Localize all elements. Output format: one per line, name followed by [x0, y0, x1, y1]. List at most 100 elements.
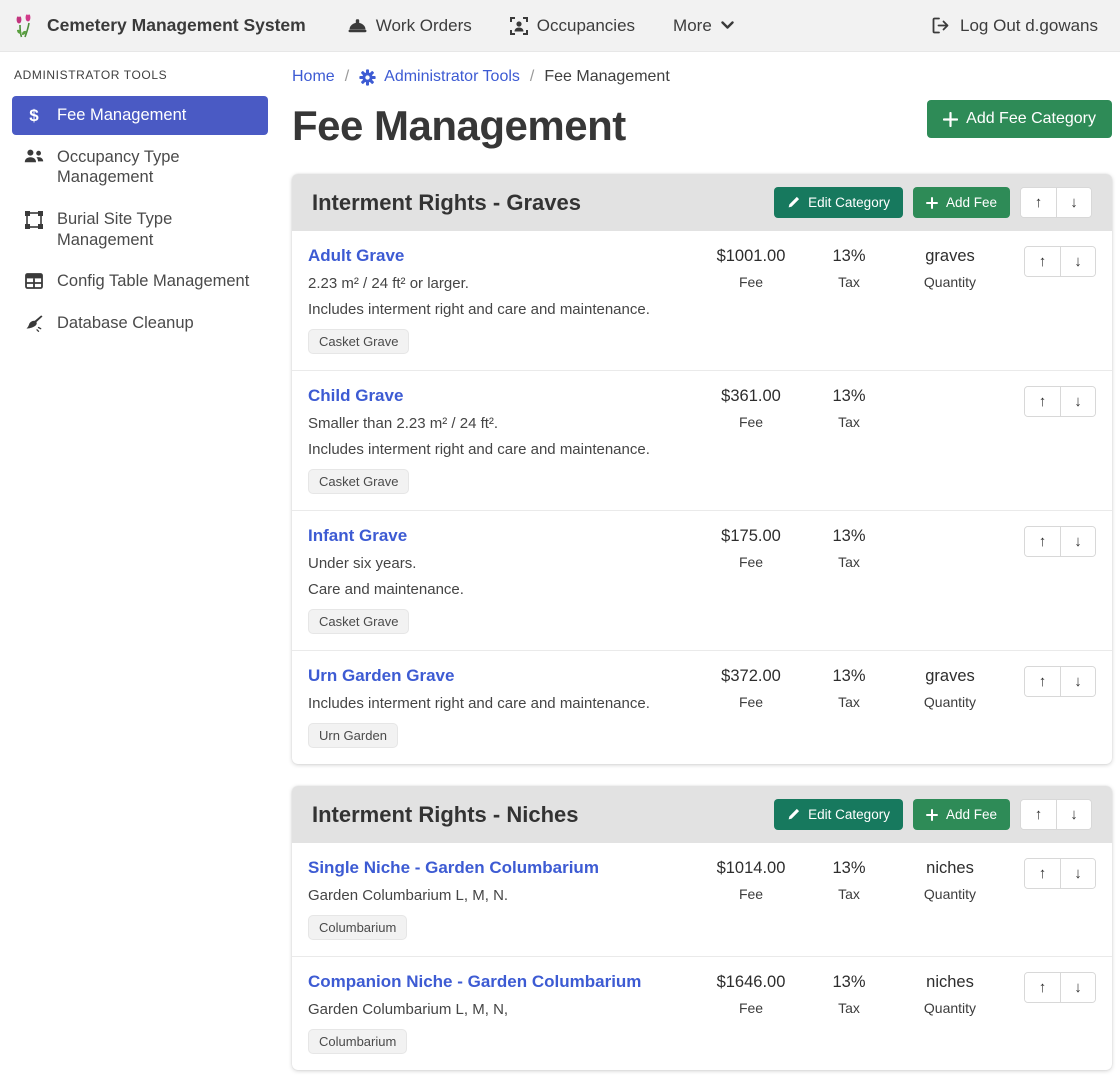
fee-row: Urn Garden GraveIncludes interment right…: [292, 650, 1112, 764]
fee-quantity-label: Quantity: [892, 694, 1008, 710]
fee-quantity: gravesQuantity: [892, 666, 1008, 710]
move-down-button[interactable]: ↓: [1060, 667, 1095, 696]
move-down-button[interactable]: ↓: [1056, 800, 1091, 829]
fee-quantity: nichesQuantity: [892, 858, 1008, 902]
breadcrumb-admin-tools-link[interactable]: Administrator Tools: [359, 68, 520, 86]
fee-description: Garden Columbarium L, M, N.: [308, 887, 690, 904]
add-fee-button[interactable]: Add Fee: [913, 187, 1010, 218]
fee-amount-value: $1646.00: [696, 973, 806, 992]
move-down-button[interactable]: ↓: [1056, 188, 1091, 217]
fee-badge-row: Urn Garden: [308, 712, 690, 748]
plus-icon: [926, 809, 938, 821]
fee-details: Child GraveSmaller than 2.23 m² / 24 ft²…: [308, 386, 696, 494]
fee-amount: $1001.00Fee: [696, 246, 806, 290]
move-down-button[interactable]: ↓: [1060, 859, 1095, 888]
fee-badge: Urn Garden: [308, 723, 398, 748]
sidebar-item-database-cleanup[interactable]: Database Cleanup: [12, 304, 268, 343]
logout-link[interactable]: Log Out d.gowans: [932, 16, 1098, 36]
category-card: Interment Rights - GravesEdit CategoryAd…: [292, 174, 1112, 764]
fee-row: Single Niche - Garden Columbarium Garden …: [292, 843, 1112, 956]
category-card: Interment Rights - NichesEdit CategoryAd…: [292, 786, 1112, 1070]
sidebar-item-label: Config Table Management: [57, 271, 249, 292]
fee-name-link[interactable]: Single Niche - Garden Columbarium: [308, 858, 599, 878]
add-fee-button[interactable]: Add Fee: [913, 799, 1010, 830]
fee-badge: Casket Grave: [308, 329, 409, 354]
edit-category-button[interactable]: Edit Category: [774, 187, 903, 218]
fee-badge-row: Casket Grave: [308, 598, 690, 634]
fee-row-actions: ↑↓: [1024, 246, 1096, 277]
fee-tax: 13%Tax: [806, 666, 892, 710]
move-up-button[interactable]: ↑: [1025, 973, 1060, 1002]
fee-name-link[interactable]: Infant Grave: [308, 526, 407, 546]
move-down-button[interactable]: ↓: [1060, 247, 1095, 276]
fee-quantity-value: niches: [892, 859, 1008, 878]
move-down-button[interactable]: ↓: [1060, 973, 1095, 1002]
fee-description: Garden Columbarium L, M, N,: [308, 1001, 690, 1018]
table-icon: [24, 273, 44, 289]
fee-tax-label: Tax: [806, 886, 892, 902]
navbar-links: Work Orders Occupancies More: [348, 16, 734, 36]
nav-item-more[interactable]: More: [673, 16, 734, 36]
move-down-button[interactable]: ↓: [1060, 527, 1095, 556]
breadcrumb-separator: /: [345, 68, 349, 86]
person-bounding-box-icon: [510, 17, 528, 35]
fee-details: Adult Grave2.23 m² / 24 ft² or larger.In…: [308, 246, 696, 354]
fee-quantity: [892, 386, 1008, 387]
category-actions: Edit Category Add Fee ↑↓: [774, 799, 1092, 830]
main-content: Home / Administrator: [280, 52, 1120, 1092]
sidebar-item-label: Occupancy Type Management: [57, 147, 256, 188]
nav-label: Occupancies: [537, 16, 635, 36]
nav-item-occupancies[interactable]: Occupancies: [510, 16, 635, 36]
fee-row-actions: ↑↓: [1024, 858, 1096, 889]
nav-item-work-orders[interactable]: Work Orders: [348, 16, 472, 36]
move-up-button[interactable]: ↑: [1025, 667, 1060, 696]
move-up-button[interactable]: ↑: [1021, 188, 1056, 217]
add-fee-category-button[interactable]: Add Fee Category: [927, 100, 1112, 138]
move-up-button[interactable]: ↑: [1025, 527, 1060, 556]
fee-tax-value: 13%: [806, 247, 892, 266]
move-up-button[interactable]: ↑: [1025, 859, 1060, 888]
breadcrumb-separator: /: [530, 68, 534, 86]
app-brand[interactable]: Cemetery Management System: [12, 13, 306, 39]
breadcrumb-current: Fee Management: [544, 68, 669, 86]
sidebar-item-config-table-management[interactable]: Config Table Management: [12, 262, 268, 301]
fee-name-link[interactable]: Child Grave: [308, 386, 403, 406]
edit-category-button[interactable]: Edit Category: [774, 799, 903, 830]
add-fee-category-label: Add Fee Category: [966, 110, 1096, 128]
fee-move-group: ↑↓: [1024, 666, 1096, 697]
fee-amount-label: Fee: [696, 554, 806, 570]
fee-amount-value: $1014.00: [696, 859, 806, 878]
add-fee-label: Add Fee: [946, 807, 997, 822]
move-up-button[interactable]: ↑: [1025, 247, 1060, 276]
fee-tax-value: 13%: [806, 527, 892, 546]
plus-icon: [926, 197, 938, 209]
fee-badge: Casket Grave: [308, 609, 409, 634]
fee-amount-label: Fee: [696, 694, 806, 710]
fee-name-link[interactable]: Urn Garden Grave: [308, 666, 454, 686]
sidebar-item-burial-site-type-management[interactable]: Burial Site Type Management: [12, 200, 268, 259]
fee-description: Under six years.: [308, 555, 690, 572]
hard-hat-icon: [348, 17, 367, 34]
fee-amount: $1646.00 Fee: [696, 972, 806, 1016]
fee-details: Companion Niche - Garden Columbarium Gard…: [308, 972, 696, 1054]
move-up-button[interactable]: ↑: [1025, 387, 1060, 416]
fee-amount-value: $372.00: [696, 667, 806, 686]
fee-name-link[interactable]: Companion Niche - Garden Columbarium: [308, 972, 641, 992]
fee-description: 2.23 m² / 24 ft² or larger.: [308, 275, 690, 292]
category-move-group: ↑↓: [1020, 799, 1092, 830]
fee-details: Infant GraveUnder six years.Care and mai…: [308, 526, 696, 634]
sidebar-item-occupancy-type-management[interactable]: Occupancy Type Management: [12, 138, 268, 197]
broom-icon: [24, 315, 44, 332]
breadcrumb-home-link[interactable]: Home: [292, 68, 335, 86]
sidebar-item-fee-management[interactable]: $ Fee Management: [12, 96, 268, 135]
sidebar-item-label: Burial Site Type Management: [57, 209, 256, 250]
fee-move-group: ↑↓: [1024, 858, 1096, 889]
fee-row-actions: ↑↓: [1024, 972, 1096, 1003]
fee-amount-value: $175.00: [696, 527, 806, 546]
fee-badge: Casket Grave: [308, 469, 409, 494]
fee-amount-label: Fee: [696, 1000, 806, 1016]
move-down-button[interactable]: ↓: [1060, 387, 1095, 416]
move-up-button[interactable]: ↑: [1021, 800, 1056, 829]
fee-amount-label: Fee: [696, 886, 806, 902]
fee-name-link[interactable]: Adult Grave: [308, 246, 404, 266]
